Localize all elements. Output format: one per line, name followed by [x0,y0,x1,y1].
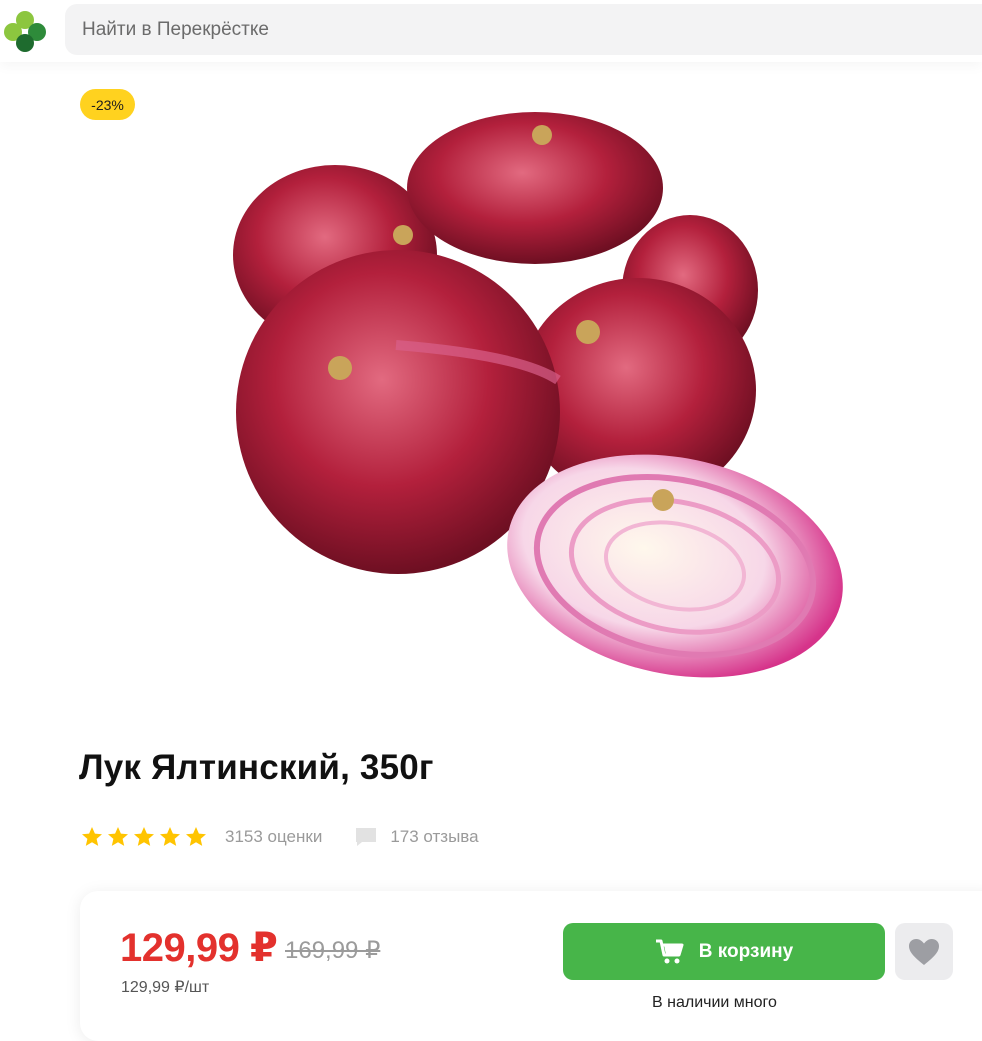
rating-stars [80,825,208,849]
discount-badge: -23% [80,89,135,120]
reviews-count[interactable]: 173 отзыва [390,827,478,847]
site-header [0,0,982,62]
old-price: 169,99 ₽ [285,937,381,964]
star-icon [160,827,180,846]
search-input[interactable] [65,4,982,55]
current-price: 129,99 ₽ [120,926,278,970]
cart-icon [655,939,684,963]
product-title: Лук Ялтинский, 350г [79,748,434,787]
star-icon [108,827,128,846]
rating-summary[interactable]: 3153 оценки 173 отзыва [80,822,479,852]
search-bar[interactable] [65,4,982,55]
star-icon [186,827,206,846]
add-to-cart-button[interactable]: В корзину [563,923,885,980]
price-card: 129,99 ₽ 169,99 ₽ 129,99 ₽/шт В корзину … [80,891,982,1041]
availability-status: В наличии много [652,994,777,1011]
favorite-button[interactable] [895,923,953,980]
star-icon [82,827,102,846]
star-icon [134,827,154,846]
comment-icon [356,828,377,846]
clover-logo-icon[interactable] [2,8,48,54]
add-to-cart-label: В корзину [698,940,794,962]
ratings-count[interactable]: 3153 оценки [225,827,322,847]
red-onion-image [233,112,843,678]
heart-icon [909,938,939,965]
unit-price: 129,99 ₽/шт [121,979,210,996]
